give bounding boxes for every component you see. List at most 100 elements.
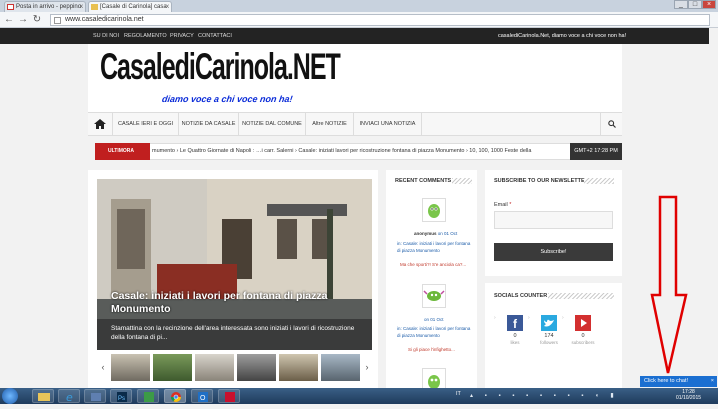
site-logo[interactable]: CasalediCarinola.NET (100, 46, 341, 90)
email-field[interactable] (494, 211, 613, 229)
thumbnail[interactable] (321, 354, 360, 381)
maximize-button[interactable]: □ (688, 0, 702, 9)
svg-text:Ps: Ps (118, 396, 125, 402)
twitter-label: followers (540, 340, 558, 345)
ticker-text[interactable]: mumento › Le Quattro Giornate di Napoli … (152, 143, 568, 160)
title-decoration (452, 178, 472, 184)
gmail-icon (7, 4, 14, 10)
comment-meta: on 01 Oct (424, 317, 444, 322)
avatar (422, 284, 446, 308)
newsletter-title: SUBSCRIBE TO OUR NEWSLETTER (494, 178, 589, 184)
tab-label: Posta in arrivo - peppino (16, 4, 82, 10)
chat-button[interactable]: Click here to chat! × (640, 376, 717, 387)
topbar-link-contattaci[interactable]: CONTATTACI (198, 28, 232, 44)
language-indicator[interactable]: IT (456, 391, 461, 397)
arrow-decoration: › (494, 315, 496, 321)
topbar-link-regolamento[interactable]: REGOLAMENTO (124, 28, 167, 44)
comment-post-link[interactable]: Casale: iniziati i lavori per fontana di… (397, 326, 470, 338)
start-button[interactable] (2, 388, 18, 404)
facebook-label: likes (510, 340, 520, 345)
recent-comments-title: RECENT COMMENTS (395, 178, 452, 184)
thumbnail[interactable] (195, 354, 234, 381)
svg-text:O: O (200, 395, 206, 402)
url-input[interactable]: www.casaledicarinola.net (50, 14, 710, 26)
comment-post-link[interactable]: Casale: iniziati i lavori per fontana di… (397, 241, 470, 253)
youtube-icon[interactable] (575, 315, 591, 331)
home-icon (94, 119, 106, 129)
carousel-prev-button[interactable]: ‹ (97, 352, 109, 382)
back-icon[interactable]: ← (4, 13, 14, 27)
carousel-next-button[interactable]: › (361, 352, 373, 382)
nav-altre-notizie[interactable]: Altre NOTIZIE (306, 112, 354, 136)
internet-explorer-icon[interactable]: e (58, 389, 80, 404)
system-tray-icons[interactable]: ▴ ▪ ▪ ▪ ▪ ▪ ▪ ▪ ▪ ◖ ▮ (470, 392, 670, 402)
socials-title: SOCIALS COUNTER (494, 293, 548, 299)
minimize-button[interactable]: _ (674, 0, 688, 9)
thumbnail[interactable] (111, 354, 150, 381)
comment-prefix: in: (397, 326, 402, 331)
topbar-link-su-di-noi[interactable]: SU DI NOI (93, 28, 119, 44)
monster-avatar-icon (428, 375, 440, 389)
clock-date: 01/10/2015 (676, 395, 702, 401)
comment-excerpt[interactable]: Si gli piace l'infighetto... (408, 347, 455, 352)
arrow-decoration: › (528, 315, 530, 321)
page-info-icon (54, 17, 61, 24)
tab-casale[interactable]: [Casale di Carinola] casa x (88, 1, 172, 12)
comment-meta: anonymus on 01 Oct (414, 231, 457, 236)
thumbnail[interactable] (153, 354, 192, 381)
topbar-tagline: casalediCarinola.Net, diamo voce a chi v… (498, 33, 627, 39)
reload-icon[interactable]: ↻ (32, 13, 42, 27)
comment-date[interactable]: on 01 Oct (424, 317, 444, 322)
search-icon (607, 120, 616, 128)
comment-excerpt[interactable]: Ma che sporti?! S'e anciola ca?... (400, 262, 466, 267)
tab-label: [Casale di Carinola] casa (100, 4, 167, 10)
forward-icon[interactable]: → (18, 13, 28, 27)
url-text: www.casaledicarinola.net (65, 16, 144, 23)
app-icon[interactable] (137, 389, 159, 403)
outlook-icon[interactable]: O (191, 389, 213, 403)
chrome-icon[interactable] (164, 389, 186, 403)
app-red-icon[interactable] (218, 389, 240, 403)
nav-notizie-da-casale[interactable]: NOTIZIE DA CASALE (179, 112, 239, 136)
comment-author[interactable]: anonymus (414, 231, 437, 236)
home-button[interactable] (88, 112, 113, 136)
svg-text:e: e (66, 391, 73, 404)
photoshop-icon[interactable]: Ps (110, 389, 132, 403)
tab-gmail[interactable]: Posta in arrivo - peppino x (4, 1, 86, 12)
required-marker: * (509, 202, 512, 208)
featured-article-excerpt: Stamattina con la recinzione dell'area i… (111, 325, 355, 341)
file-explorer-icon[interactable] (32, 389, 54, 403)
monster-avatar-icon (428, 204, 440, 218)
featured-article-title[interactable]: Casale: iniziati i lavori per fontana di… (111, 290, 366, 316)
media-player-icon[interactable] (84, 389, 106, 403)
page-icon (91, 4, 98, 10)
comment-post: in: Casale: iniziati i lavori per fontan… (397, 240, 475, 254)
facebook-count: 0 (513, 333, 517, 339)
nav-casale-ieri-e-oggi[interactable]: CASALE IERI E OGGI (113, 112, 179, 136)
close-window-button[interactable]: × (702, 0, 716, 9)
youtube-label: subscribers (571, 340, 595, 345)
page-scrollbar[interactable] (709, 28, 718, 388)
comment-date[interactable]: on 01 Oct (438, 231, 458, 236)
thumbnail[interactable] (237, 354, 276, 381)
ticker-time: GMT+2 17:28 PM (570, 143, 622, 160)
comment-prefix: in: (397, 241, 402, 246)
red-arrow-annotation (650, 195, 688, 374)
chat-close-icon[interactable]: × (711, 376, 714, 387)
close-tab-icon[interactable]: x (80, 2, 83, 12)
subscribe-button[interactable]: Subscribe! (494, 243, 613, 261)
monster-avatar-icon (423, 290, 445, 301)
thumbnail[interactable] (279, 354, 318, 381)
system-clock[interactable]: 17:28 01/10/2015 (676, 389, 701, 401)
nav-inviaci-una-notizia[interactable]: INVIACI UNA NOTIZIA (354, 112, 422, 136)
facebook-icon[interactable]: f (507, 315, 523, 331)
topbar-link-privacy[interactable]: PRIVACY (170, 28, 194, 44)
nav-notizie-dal-comune[interactable]: NOTIZIE DAL COMUNE (239, 112, 306, 136)
arrow-decoration: › (562, 315, 564, 321)
twitter-icon[interactable] (541, 315, 557, 331)
search-button[interactable] (600, 112, 622, 136)
email-label-text: Email (494, 202, 508, 208)
comment-post: in: Casale: iniziati i lavori per fontan… (397, 325, 475, 339)
close-tab-icon[interactable]: x (166, 2, 169, 12)
twitter-count: 174 (544, 333, 554, 339)
